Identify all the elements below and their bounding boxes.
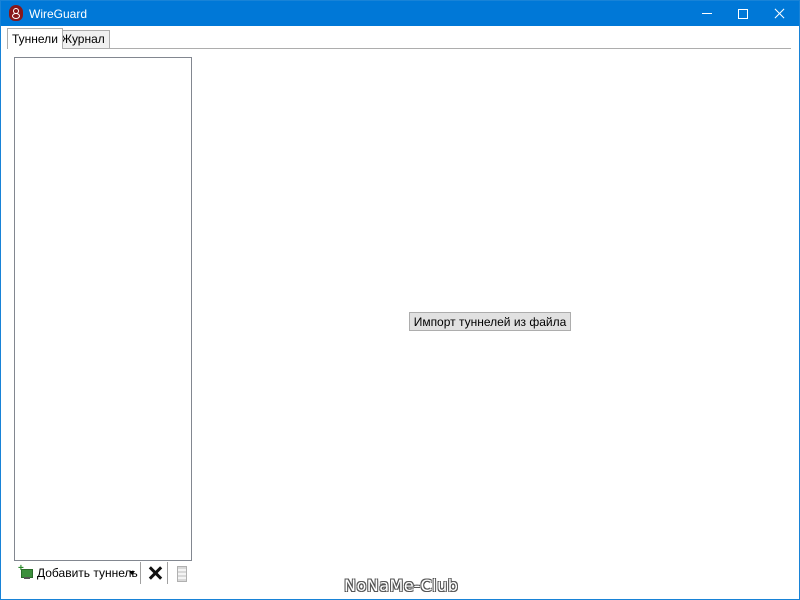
tunnel-toolbar: + Добавить туннель xyxy=(14,562,194,584)
add-tunnel-button[interactable]: + Добавить туннель xyxy=(18,564,138,582)
toolbar-divider xyxy=(140,562,141,584)
add-tunnel-label: Добавить туннель xyxy=(37,566,138,580)
maximize-icon xyxy=(738,8,748,19)
wireguard-icon xyxy=(9,5,23,21)
watermark: NoNaMe-Club xyxy=(344,576,459,595)
delete-icon[interactable] xyxy=(148,566,162,580)
title-bar[interactable]: WireGuard xyxy=(1,1,799,26)
add-tunnel-icon: + xyxy=(18,564,33,580)
close-button[interactable] xyxy=(761,1,797,26)
tunnel-list[interactable] xyxy=(14,57,192,561)
minimize-button[interactable] xyxy=(689,1,725,26)
tab-tunnels[interactable]: Туннели xyxy=(7,28,63,49)
tab-log[interactable]: Журнал xyxy=(56,30,110,48)
import-tunnels-button[interactable]: Импорт туннелей из файла xyxy=(409,312,571,331)
chevron-down-icon[interactable] xyxy=(129,571,135,575)
toolbar-divider xyxy=(167,562,168,584)
window-title: WireGuard xyxy=(29,7,88,21)
close-icon xyxy=(774,8,785,19)
maximize-button[interactable] xyxy=(725,1,761,26)
export-zip-icon[interactable] xyxy=(177,566,187,582)
minimize-icon xyxy=(702,13,712,14)
